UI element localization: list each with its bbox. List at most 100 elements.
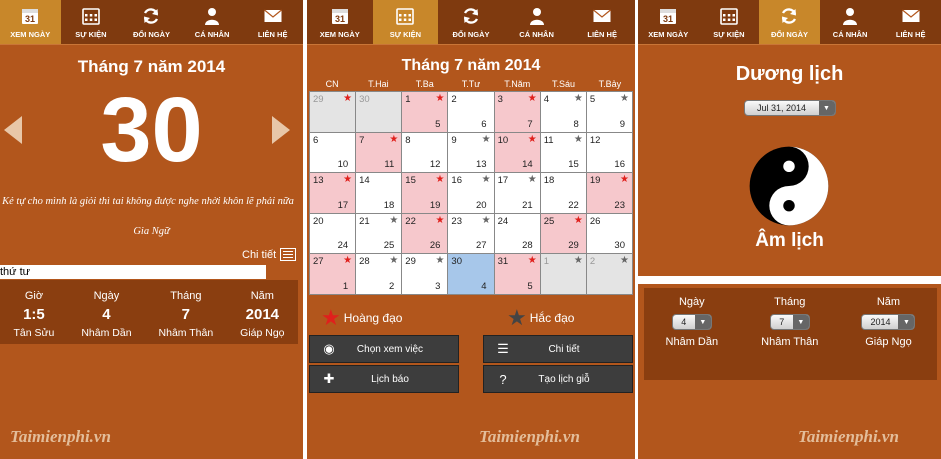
refresh-icon: [141, 6, 161, 26]
solar-day: 9: [451, 134, 457, 146]
info-value: 7: [181, 306, 191, 323]
weekday-label: CN: [325, 79, 339, 89]
calendar-day-cell[interactable]: 7 11 ★: [356, 132, 402, 172]
nav-lien-he[interactable]: LIÊN HỆ: [569, 0, 635, 44]
calendar-grid: 29 ★ 30 1 5 ★ 2 6 3 7 ★ 4 8 ★ 5 9 ★ 6 10 7 11 ★ 8 12 9 13 ★ 10 14 ★ 11…: [309, 91, 633, 295]
nav-label: XEM NGÀY: [10, 29, 51, 39]
calendar-day-cell[interactable]: 20 24: [310, 213, 356, 253]
calendar-day-cell[interactable]: 26 30: [586, 213, 632, 253]
lunar-title: Âm lịch: [755, 230, 824, 251]
nav-ca-nhan[interactable]: CÁ NHÂN: [182, 0, 243, 44]
red-star-icon: ★: [389, 133, 399, 145]
solar-day: 19: [589, 175, 601, 186]
calendar-day-cell[interactable]: 23 27 ★: [448, 213, 494, 253]
calendar-day-cell[interactable]: 11 15 ★: [540, 132, 586, 172]
lunar-day: 9: [619, 118, 625, 130]
calendar-day-cell[interactable]: 5 9 ★: [586, 92, 632, 132]
lunar-day: 3: [435, 280, 441, 292]
calendar-day-cell[interactable]: 30: [356, 92, 402, 132]
nav-label: ĐỔI NGÀY: [452, 29, 490, 39]
legend-bad: ★ Hắc đạo: [507, 305, 574, 331]
detail-button[interactable]: ☰ Chi tiết: [483, 335, 633, 363]
gray-star-icon: ★: [527, 174, 537, 185]
nav-ca-nhan[interactable]: CÁ NHÂN: [820, 0, 881, 44]
lunar-day-col: Ngày 4 ▼ Nhâm Dần: [666, 296, 719, 380]
nav-doi-ngay[interactable]: ĐỔI NGÀY: [759, 0, 820, 44]
lunar-day-select[interactable]: 4 ▼: [671, 314, 712, 330]
calendar-day-cell[interactable]: 28 2 ★: [356, 254, 402, 294]
red-star-icon: ★: [321, 305, 341, 330]
calendar-day-cell[interactable]: 16 20 ★: [448, 173, 494, 213]
calendar-day-cell[interactable]: 6 10: [310, 132, 356, 172]
nav-ca-nhan[interactable]: CÁ NHÂN: [504, 0, 570, 44]
create-anniversary-button[interactable]: ? Tạo lịch giỗ: [483, 365, 633, 393]
gray-star-icon: ★: [620, 93, 629, 104]
calendar-day-cell[interactable]: 21 25 ★: [356, 213, 402, 253]
calendar-day-cell[interactable]: 25 29 ★: [540, 213, 586, 253]
solar-day: 31: [497, 256, 509, 267]
nav-label: LIÊN HỆ: [587, 29, 617, 39]
quote-author: Gia Ngữ: [133, 226, 170, 237]
calendar-day-cell[interactable]: 29 ★: [310, 92, 356, 132]
mail-icon: [592, 6, 612, 26]
info-header: Tháng: [170, 290, 202, 302]
nav-doi-ngay[interactable]: ĐỔI NGÀY: [438, 0, 504, 44]
next-day-arrow-icon[interactable]: [272, 116, 290, 144]
calendar-day-cell[interactable]: 10 14 ★: [494, 132, 540, 172]
calendar-day-cell[interactable]: 3 7 ★: [494, 92, 540, 132]
nav-su-kien[interactable]: SỰ KIỆN: [699, 0, 760, 44]
dark-star-icon: ★: [507, 305, 527, 330]
calendar-alert-button[interactable]: ✚ Lịch báo: [309, 365, 459, 393]
calendar-day-cell[interactable]: 4 8 ★: [540, 92, 586, 132]
button-label: Tạo lịch giỗ: [538, 373, 590, 385]
calendar-day-cell[interactable]: 12 16: [586, 132, 632, 172]
calendar-day-cell[interactable]: 26: [448, 92, 494, 132]
calendar-day-cell[interactable]: 9 13 ★: [448, 132, 494, 172]
calendar-day-cell[interactable]: 17 21 ★: [494, 173, 540, 213]
nav-xem-ngay[interactable]: 31 XEM NGÀY: [0, 0, 61, 44]
calendar-day-cell[interactable]: 8 12: [402, 132, 448, 172]
lunar-canchi: Nhâm Thân: [761, 336, 819, 348]
info-value: 2014: [245, 306, 280, 323]
calendar-day-cell[interactable]: 31 5 ★: [494, 254, 540, 294]
calendar-day-cell[interactable]: 1 ★: [540, 254, 586, 294]
calendar-day-cell[interactable]: 2 ★: [586, 254, 632, 294]
calendar-day-cell[interactable]: 1 5 ★: [402, 92, 448, 132]
month-title: Tháng 7 năm 2014: [77, 57, 226, 76]
calendar-day-cell[interactable]: 18 22: [540, 173, 586, 213]
nav-xem-ngay[interactable]: 31 XEM NGÀY: [307, 0, 373, 44]
calendar-day-cell[interactable]: 14 18: [356, 173, 402, 213]
solar-date-select[interactable]: Jul 31, 2014 ▼: [743, 100, 836, 116]
choose-activity-button[interactable]: ◉ Chọn xem việc: [309, 335, 459, 363]
calendar-day-cell[interactable]: 30 4: [448, 254, 494, 294]
lunar-converter-box: Ngày 4 ▼ Nhâm Dần Tháng 7 ▼ Nhâm Thân Nă…: [644, 288, 937, 380]
nav-lien-he[interactable]: LIÊN HỆ: [880, 0, 941, 44]
calendar-day-cell[interactable]: 13 17 ★: [310, 173, 356, 213]
calendar-day-cell[interactable]: 22 26 ★: [402, 213, 448, 253]
lunar-month-select[interactable]: 7 ▼: [769, 314, 810, 330]
solar-day: 2: [589, 256, 596, 267]
red-star-icon: ★: [343, 174, 353, 185]
eye-icon: ◉: [323, 341, 335, 356]
solar-day: 13: [313, 175, 324, 186]
solar-day: 17: [497, 175, 509, 186]
calendar-day-cell[interactable]: 24 28: [494, 213, 540, 253]
calendar-day-cell[interactable]: 15 19 ★: [402, 173, 448, 213]
divider: [638, 44, 941, 45]
weekday-label: T.Ba: [415, 79, 434, 89]
nav-lien-he[interactable]: LIÊN HỆ: [242, 0, 303, 44]
calendar-day-cell[interactable]: 29 3 ★: [402, 254, 448, 294]
nav-doi-ngay[interactable]: ĐỔI NGÀY: [121, 0, 182, 44]
nav-su-kien[interactable]: SỰ KIỆN: [61, 0, 122, 44]
lunar-canchi: Giáp Ngọ: [865, 336, 912, 348]
nav-su-kien[interactable]: SỰ KIỆN: [372, 0, 439, 44]
lunar-year-select[interactable]: 2014 ▼: [861, 314, 916, 330]
info-canchi: Nhâm Dần: [81, 327, 132, 339]
nav-xem-ngay[interactable]: 31 XEM NGÀY: [638, 0, 699, 44]
detail-button[interactable]: Chi tiết: [242, 248, 297, 261]
calendar-day-cell[interactable]: 19 23 ★: [586, 173, 632, 213]
calendar-day-cell[interactable]: 27 1 ★: [310, 254, 356, 294]
info-header: Giờ: [24, 290, 44, 302]
legend-good: ★ Hoàng đạo: [321, 305, 402, 331]
gray-star-icon: ★: [573, 133, 583, 145]
